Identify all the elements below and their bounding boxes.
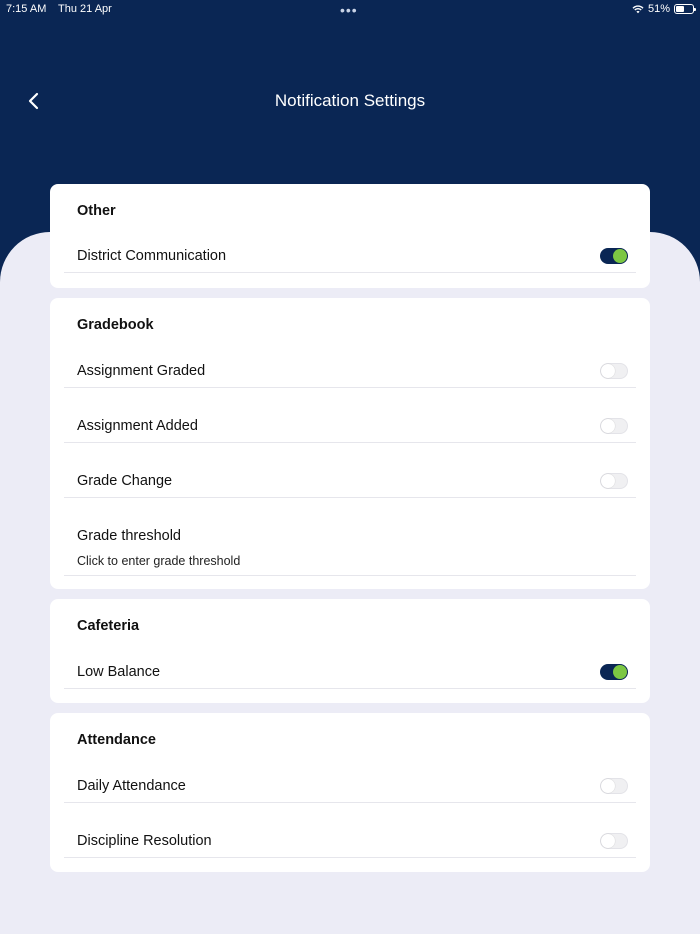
district-communication-toggle[interactable] <box>600 248 628 264</box>
section-attendance: Attendance Daily Attendance Discipline R… <box>50 713 650 872</box>
wifi-icon <box>632 5 644 14</box>
setting-row-assignment-added[interactable]: Assignment Added <box>64 406 636 443</box>
header-curve-right <box>600 232 700 332</box>
setting-label: Assignment Graded <box>77 363 206 379</box>
setting-label: Assignment Added <box>77 418 198 434</box>
grade-threshold-hint: Click to enter grade threshold <box>77 554 241 568</box>
section-gradebook: Gradebook Assignment Graded Assignment A… <box>50 298 650 589</box>
setting-label: Grade Change <box>77 473 173 489</box>
discipline-resolution-toggle[interactable] <box>600 833 628 849</box>
status-indicators: 51% <box>632 3 696 15</box>
multitasking-dots-icon[interactable]: ••• <box>340 2 358 18</box>
setting-row-grade-change[interactable]: Grade Change <box>64 461 636 498</box>
header-curve-left <box>0 232 100 332</box>
status-date: Thu 21 Apr <box>58 3 112 15</box>
grade-change-toggle[interactable] <box>600 473 628 489</box>
section-cafeteria: Cafeteria Low Balance <box>50 599 650 703</box>
section-title: Gradebook <box>77 317 154 333</box>
setting-label: Daily Attendance <box>77 778 186 794</box>
setting-label: Discipline Resolution <box>77 833 212 849</box>
setting-row-low-balance[interactable]: Low Balance <box>64 652 636 689</box>
daily-attendance-toggle[interactable] <box>600 778 628 794</box>
section-title: Cafeteria <box>77 618 140 634</box>
setting-label: Grade threshold <box>77 528 181 544</box>
battery-icon <box>674 4 696 14</box>
assignment-added-toggle[interactable] <box>600 418 628 434</box>
setting-row-grade-threshold[interactable]: Grade threshold Click to enter grade thr… <box>64 516 636 576</box>
section-title: Other <box>77 203 116 219</box>
setting-row-discipline-resolution[interactable]: Discipline Resolution <box>64 821 636 858</box>
page-title: Notification Settings <box>274 91 426 110</box>
section-title: Attendance <box>77 732 156 748</box>
status-time: 7:15 AM <box>6 3 47 15</box>
section-other: Other District Communication <box>50 184 650 288</box>
battery-percent: 51% <box>647 3 670 15</box>
setting-row-assignment-graded[interactable]: Assignment Graded <box>64 351 636 388</box>
status-bar: 7:15 AM Thu 21 Apr ••• 51% <box>0 0 700 20</box>
setting-row-daily-attendance[interactable]: Daily Attendance <box>64 766 636 803</box>
setting-row-district-communication[interactable]: District Communication <box>64 237 636 273</box>
setting-label: Low Balance <box>77 664 161 680</box>
assignment-graded-toggle[interactable] <box>600 363 628 379</box>
setting-label: District Communication <box>77 248 227 264</box>
low-balance-toggle[interactable] <box>600 664 628 680</box>
